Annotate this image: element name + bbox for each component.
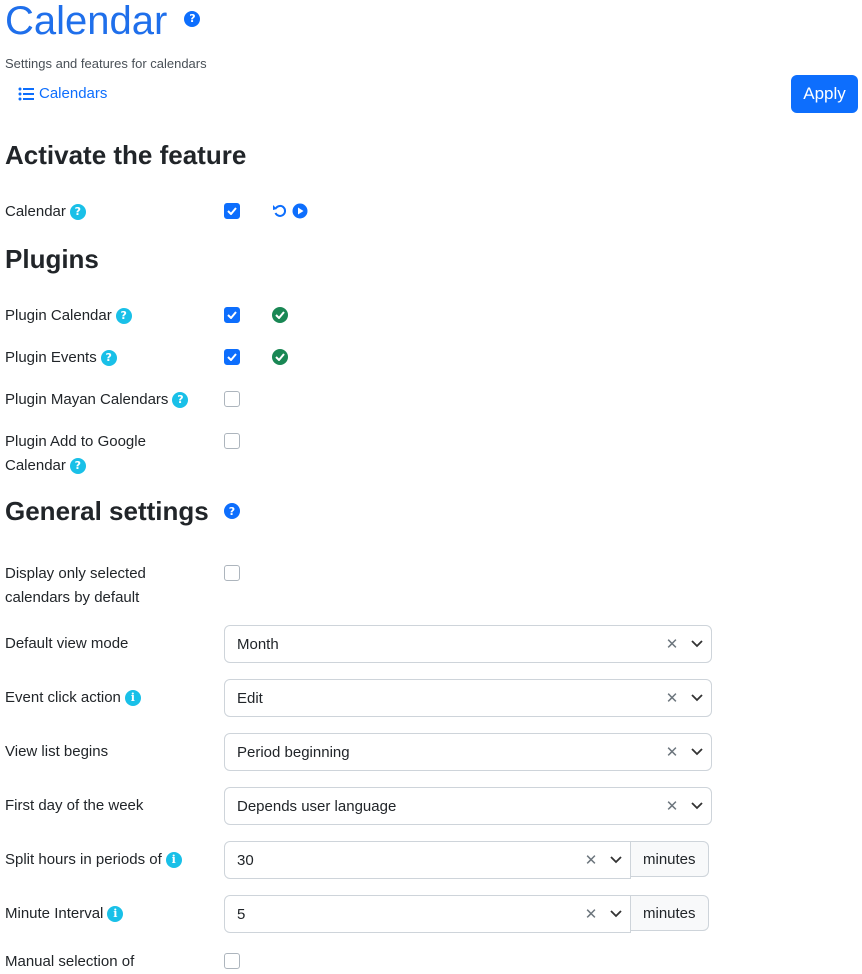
plugin-calendar-ok-icon (272, 307, 288, 323)
first-day-select[interactable]: Depends user language ✕ (224, 787, 712, 825)
split-hours-label: Split hours in periods of i (5, 848, 182, 872)
split-hours-value: 30 (237, 851, 254, 869)
event-click-label: Event click action i (5, 686, 141, 710)
plugin-calendar-help-icon[interactable]: ? (115, 308, 132, 325)
default-view-select[interactable]: Month ✕ (224, 625, 712, 663)
clear-icon[interactable]: ✕ (661, 689, 683, 707)
split-hours-unit: minutes (631, 841, 709, 877)
split-hours-select[interactable]: 30 ✕ (224, 841, 631, 879)
plugin-calendar-checkbox[interactable] (224, 307, 240, 323)
plugin-mayan-label: Plugin Mayan Calendars? (5, 388, 189, 412)
page-title: Calendar ? (5, 0, 201, 44)
minute-interval-select[interactable]: 5 ✕ (224, 895, 631, 933)
check-icon (227, 207, 237, 215)
section-heading-activate: Activate the feature (5, 140, 247, 170)
breadcrumb-label: Calendars (39, 85, 108, 102)
minute-interval-group: 5 ✕ minutes (224, 895, 712, 933)
list-icon (18, 87, 34, 100)
chevron-down-icon[interactable] (602, 910, 630, 918)
clear-icon[interactable]: ✕ (661, 797, 683, 815)
event-click-info-icon[interactable]: i (124, 690, 141, 707)
view-list-value: Period beginning (237, 743, 350, 761)
view-list-label: View list begins (5, 743, 109, 760)
event-click-value: Edit (237, 689, 263, 707)
section-heading-plugins: Plugins (5, 244, 99, 274)
chevron-down-icon[interactable] (683, 694, 711, 702)
minute-interval-info-icon[interactable]: i (107, 906, 124, 923)
section-heading-general: General settings ? (5, 496, 240, 527)
plugin-events-ok-icon (272, 349, 288, 365)
plugin-mayan-help-icon[interactable]: ? (172, 392, 189, 409)
event-click-select[interactable]: Edit ✕ (224, 679, 712, 717)
page-subtitle: Settings and features for calendars (5, 56, 207, 71)
minute-interval-label: Minute Interval i (5, 902, 124, 926)
display-selected-checkbox[interactable] (224, 565, 240, 581)
minute-interval-value: 5 (237, 905, 246, 923)
plugin-calendar-label: Plugin Calendar? (5, 304, 132, 328)
minute-interval-unit: minutes (631, 895, 709, 931)
clear-icon[interactable]: ✕ (661, 743, 683, 761)
split-hours-group: 30 ✕ minutes (224, 841, 712, 879)
clear-icon[interactable]: ✕ (580, 851, 602, 869)
plugin-events-help-icon[interactable]: ? (100, 350, 117, 367)
first-day-label: First day of the week (5, 797, 144, 814)
plugin-google-checkbox[interactable] (224, 433, 240, 449)
calendar-help-icon[interactable]: ? (69, 204, 86, 221)
default-view-value: Month (237, 635, 279, 653)
chevron-down-icon[interactable] (602, 856, 630, 864)
chevron-down-icon[interactable] (683, 748, 711, 756)
undo-icon[interactable] (272, 203, 288, 219)
general-help-icon[interactable]: ? (223, 503, 240, 520)
check-icon (227, 353, 237, 361)
chevron-down-icon[interactable] (683, 640, 711, 648)
view-list-select[interactable]: Period beginning ✕ (224, 733, 712, 771)
breadcrumb-calendars-link[interactable]: Calendars (18, 85, 107, 102)
plugin-events-label: Plugin Events? (5, 346, 117, 370)
apply-button[interactable]: Apply (791, 75, 858, 113)
first-day-value: Depends user language (237, 797, 397, 815)
play-icon[interactable] (292, 203, 308, 219)
calendar-feature-label: Calendar? (5, 200, 86, 224)
chevron-down-icon[interactable] (683, 802, 711, 810)
page-title-text: Calendar (5, 0, 168, 43)
plugin-events-checkbox[interactable] (224, 349, 240, 365)
plugin-google-label: Plugin Add to Google Calendar? (5, 433, 146, 475)
clear-icon[interactable]: ✕ (580, 905, 602, 923)
clear-icon[interactable]: ✕ (661, 635, 683, 653)
calendar-feature-checkbox[interactable] (224, 203, 240, 219)
title-help-icon[interactable]: ? (184, 11, 201, 28)
display-selected-label: Display only selected calendars by defau… (5, 565, 146, 606)
manual-selection-label: Manual selection of (5, 953, 135, 970)
check-icon (227, 311, 237, 319)
default-view-label: Default view mode (5, 635, 129, 652)
split-hours-info-icon[interactable]: i (165, 852, 182, 869)
plugin-google-help-icon[interactable]: ? (69, 458, 86, 475)
plugin-mayan-checkbox[interactable] (224, 391, 240, 407)
manual-selection-checkbox[interactable] (224, 953, 240, 969)
